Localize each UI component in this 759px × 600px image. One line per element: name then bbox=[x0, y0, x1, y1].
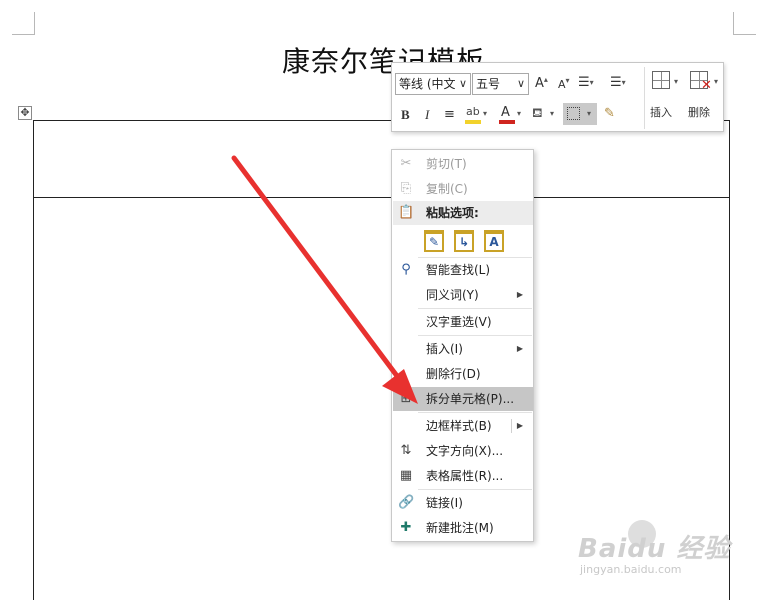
annotation-arrow-head bbox=[382, 369, 418, 404]
watermark-url: jingyan.baidu.com bbox=[580, 563, 682, 576]
annotation-arrow-shaft bbox=[231, 155, 403, 383]
watermark-brand: Baidu 经验 bbox=[578, 534, 731, 564]
annotation-arrow bbox=[231, 155, 418, 404]
